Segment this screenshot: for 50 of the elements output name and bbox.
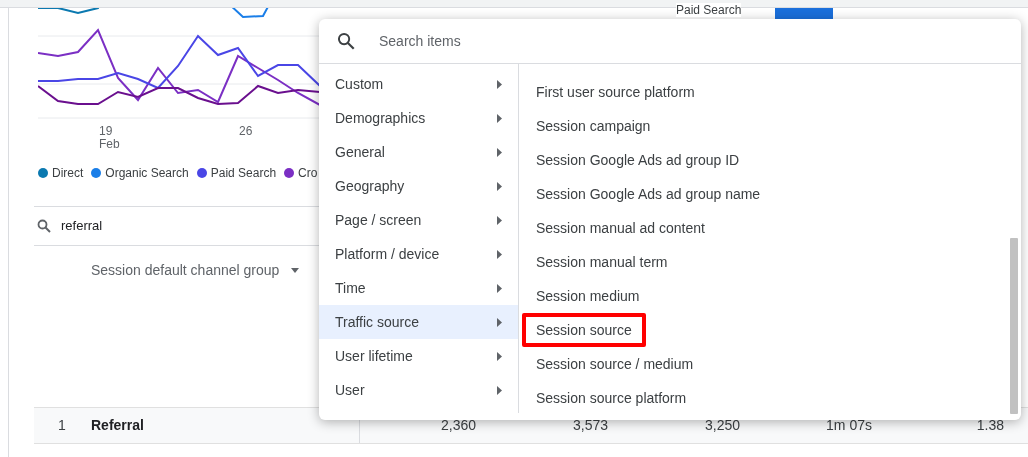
chevron-right-icon: [497, 113, 502, 123]
row-number: 1: [57, 416, 67, 435]
menu-item[interactable]: Session campaign: [522, 109, 665, 143]
category-item[interactable]: Page / screen: [319, 203, 518, 237]
chevron-right-icon: [497, 283, 502, 293]
table-cell-text: 3,573: [571, 416, 609, 435]
caret-icon[interactable]: [291, 267, 300, 273]
legend-label: Organic Search: [105, 165, 189, 182]
category-item[interactable]: User: [319, 373, 518, 407]
series-label: Paid Search: [676, 3, 742, 17]
menu-item[interactable]: Session source / medium: [522, 347, 708, 381]
table-cell-text: 1.38: [975, 416, 1005, 435]
table-cell-text: 3,250: [703, 416, 741, 435]
chevron-right-icon: [497, 215, 502, 225]
category-item[interactable]: Platform / device: [319, 237, 518, 271]
chevron-right-icon: [497, 147, 502, 157]
menu-item[interactable]: Session Google Ads ad group name: [522, 177, 775, 211]
category-item[interactable]: Time: [319, 271, 518, 305]
category-item[interactable]: Demographics: [319, 101, 518, 135]
category-item[interactable]: Geography: [319, 169, 518, 203]
menu-item[interactable]: Session source platform: [522, 381, 701, 415]
menu-item[interactable]: Session source: [522, 313, 646, 347]
search-icon: [37, 219, 51, 233]
menu-item[interactable]: Session manual ad content: [522, 211, 719, 245]
scrollbar[interactable]: [1010, 238, 1018, 414]
category-item[interactable]: Traffic source: [319, 305, 518, 339]
column-header: Session default channel group: [91, 260, 280, 280]
menu-item[interactable]: Session manual term: [522, 245, 682, 279]
menu-item[interactable]: First user source platform: [522, 75, 709, 109]
legend-label: Direct: [52, 165, 84, 182]
chevron-right-icon: [497, 317, 502, 327]
chevron-right-icon: [497, 181, 502, 191]
menu-item[interactable]: Session medium: [522, 279, 654, 313]
category-item[interactable]: User lifetime: [319, 339, 518, 373]
chevron-right-icon: [497, 385, 502, 395]
menu-item[interactable]: Session Google Ads ad group ID: [522, 143, 754, 177]
axis-label: 26: [239, 125, 254, 138]
legend-label: Paid Search: [210, 165, 277, 182]
axis-label: Feb: [99, 138, 121, 151]
category-item[interactable]: Custom: [319, 67, 518, 101]
chevron-right-icon: [497, 351, 502, 361]
category-item[interactable]: General: [319, 135, 518, 169]
chevron-right-icon: [497, 79, 502, 89]
chevron-right-icon: [497, 249, 502, 259]
table-cell-text: 1m 07s: [825, 416, 873, 435]
legend-label: Cro: [298, 165, 318, 182]
search-field[interactable]: referral: [61, 216, 103, 236]
table-cell-text: 2,360: [439, 416, 477, 435]
search-icon: [337, 32, 355, 50]
axis-label: 19: [99, 125, 114, 138]
